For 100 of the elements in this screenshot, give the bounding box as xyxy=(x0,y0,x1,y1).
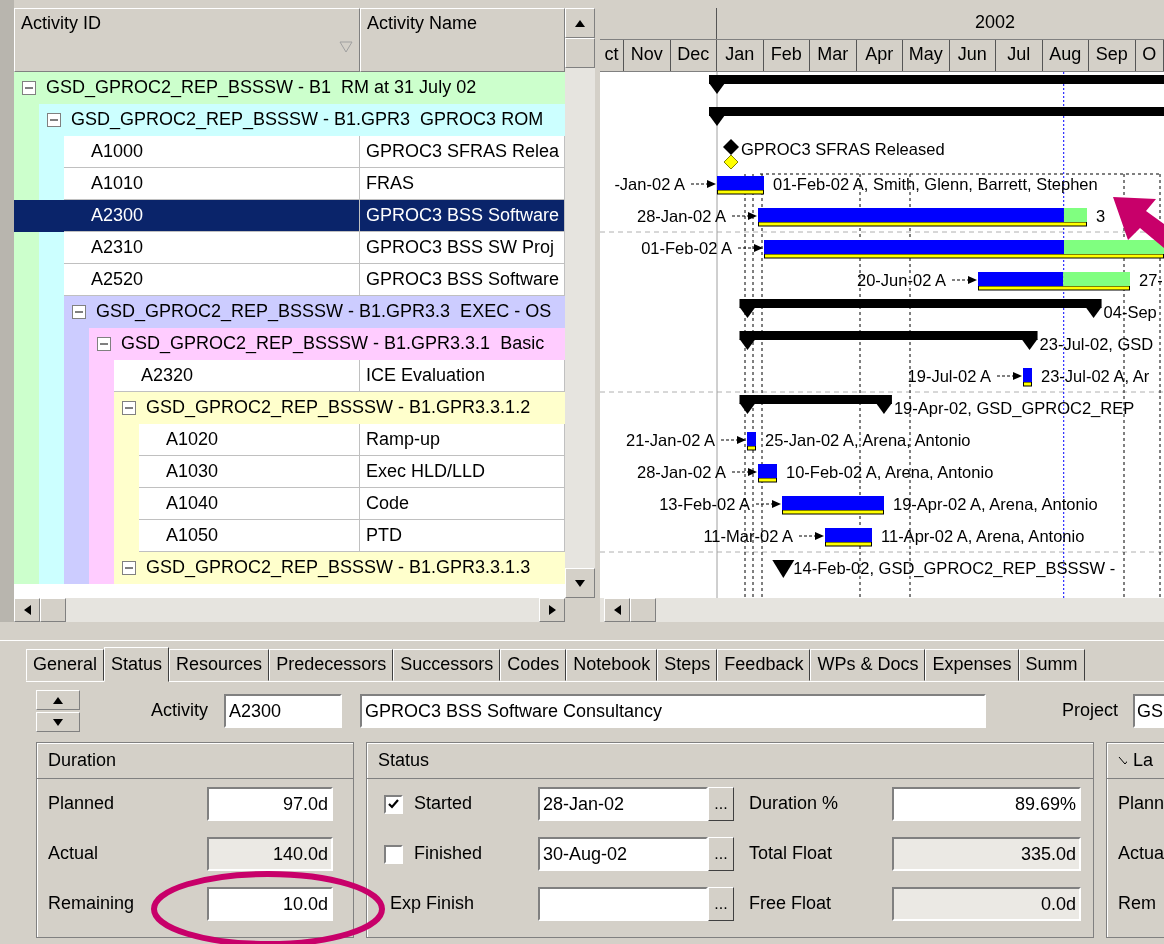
group-label: GSD_GPROC2_REP_BSSSW - B1 RM at 31 July 02 xyxy=(46,77,477,99)
collapse-icon[interactable] xyxy=(122,401,136,415)
date-label: 28-Jan-02 A xyxy=(637,463,726,481)
bar-label: GPROC3 SFRAS Released xyxy=(741,140,945,158)
field-label: Plann xyxy=(1118,793,1164,815)
input-field[interactable]: 140.0d xyxy=(207,837,333,871)
input-field[interactable]: 89.69% xyxy=(892,787,1081,821)
collapse-icon[interactable] xyxy=(97,337,111,351)
collapse-icon[interactable] xyxy=(22,81,36,95)
tab[interactable]: WPs & Docs xyxy=(810,649,926,681)
table-cell[interactable]: A1020 xyxy=(139,424,360,456)
browse-button[interactable]: ... xyxy=(708,837,734,871)
table-cell[interactable]: A1030 xyxy=(139,456,360,488)
month-header: Jul xyxy=(996,40,1043,71)
table-cell[interactable]: Code xyxy=(360,488,565,520)
input-field[interactable]: 335.0d xyxy=(892,837,1081,871)
table-cell[interactable]: A2300 xyxy=(64,200,360,232)
scroll-left-button[interactable] xyxy=(14,598,40,622)
link-arrow xyxy=(951,276,977,284)
table-cell[interactable]: Ramp-up xyxy=(360,424,565,456)
scroll-thumb[interactable] xyxy=(565,38,595,68)
table-cell[interactable]: ICE Evaluation xyxy=(360,360,565,392)
tab[interactable]: Predecessors xyxy=(269,649,394,681)
tab[interactable]: Successors xyxy=(393,649,501,681)
bar-label: 10-Feb-02 A, Arena, Antonio xyxy=(786,463,994,481)
bar-label: 19-Apr-02 A, Arena, Antonio xyxy=(893,495,1098,513)
table-cell[interactable]: GPROC3 BSS Software xyxy=(360,264,565,296)
group-row[interactable]: GSD_GPROC2_REP_BSSSW - B1.GPR3.3.1.2 xyxy=(114,392,565,424)
scroll-up-button[interactable] xyxy=(565,8,595,38)
link-arrow xyxy=(731,212,757,220)
arrow-up-icon xyxy=(53,696,63,704)
date-field[interactable] xyxy=(538,887,708,921)
indent-band xyxy=(14,552,39,584)
month-header: Aug xyxy=(1042,40,1089,71)
table-cell[interactable]: GPROC3 BSS Software xyxy=(360,200,565,232)
tab[interactable]: Status xyxy=(104,647,170,682)
bar-label: 25-Jan-02 A, Arena, Antonio xyxy=(765,431,971,449)
date-label: 01-Feb-02 A xyxy=(641,239,732,257)
field-label: Remaining xyxy=(48,893,136,915)
input-field[interactable]: GPROC3 BSS Software Consultancy xyxy=(360,694,986,728)
table-cell[interactable]: A1000 xyxy=(64,136,360,168)
browse-button[interactable]: ... xyxy=(708,787,734,821)
column-header[interactable]: Activity Name xyxy=(360,8,565,72)
table-cell[interactable]: GPROC3 BSS SW Proj xyxy=(360,232,565,264)
date-field[interactable]: 28-Jan-02 xyxy=(538,787,708,821)
group-row[interactable]: GSD_GPROC2_REP_BSSSW - B1.GPR3.3 EXEC - OS xyxy=(64,296,565,328)
tab[interactable]: Notebook xyxy=(566,649,658,681)
spin-up-button[interactable] xyxy=(36,690,80,710)
collapse-icon[interactable] xyxy=(122,561,136,575)
bar-label: 23-Jul-02, GSD xyxy=(1039,335,1154,353)
checkbox[interactable] xyxy=(384,844,403,864)
group-row[interactable]: GSD_GPROC2_REP_BSSSW - B1.GPR3.3.1 Basic xyxy=(89,328,565,360)
input-field[interactable]: 0.0d xyxy=(892,887,1081,921)
group-label: GSD_GPROC2_REP_BSSSW - B1.GPR3.3 EXEC - OS xyxy=(96,301,552,323)
spin-down-button[interactable] xyxy=(36,712,80,732)
table-cell[interactable]: FRAS xyxy=(360,168,565,200)
table-cell[interactable]: A1040 xyxy=(139,488,360,520)
scroll-right-button[interactable] xyxy=(539,598,565,622)
collapse-icon[interactable] xyxy=(72,305,86,319)
input-field[interactable]: A2300 xyxy=(224,694,342,728)
tab[interactable]: Summ xyxy=(1018,649,1085,681)
arrow-left-icon xyxy=(23,605,31,615)
scroll-thumb[interactable] xyxy=(40,598,66,622)
table-cell[interactable]: A1010 xyxy=(64,168,360,200)
checkbox[interactable] xyxy=(384,794,403,814)
check-icon xyxy=(388,799,399,809)
tab[interactable]: Expenses xyxy=(925,649,1019,681)
group-label: GSD_GPROC2_REP_BSSSW - B1.GPR3.3.1.2 xyxy=(146,397,531,419)
bar-label: 27- xyxy=(1139,271,1163,289)
group-row[interactable]: GSD_GPROC2_REP_BSSSW - B1.GPR3 GPROC3 ROM xyxy=(39,104,565,136)
input-field[interactable]: 10.0d xyxy=(207,887,333,921)
tab[interactable]: Codes xyxy=(500,649,567,681)
month-header: Jan xyxy=(717,40,764,71)
tab[interactable]: Feedback xyxy=(717,649,811,681)
table-cell[interactable]: A2320 xyxy=(114,360,360,392)
scroll-down-button[interactable] xyxy=(565,568,595,598)
collapse-icon[interactable] xyxy=(47,113,61,127)
activity-bar xyxy=(1023,368,1032,387)
input-field[interactable]: GS xyxy=(1133,694,1164,728)
group-row[interactable]: GSD_GPROC2_REP_BSSSW - B1.GPR3.3.1.3 xyxy=(114,552,565,584)
tab[interactable]: General xyxy=(26,649,105,681)
date-field[interactable]: 30-Aug-02 xyxy=(538,837,708,871)
table-cell[interactable]: PTD xyxy=(360,520,565,552)
scroll-left-button[interactable] xyxy=(604,598,630,622)
scroll-thumb[interactable] xyxy=(630,598,656,622)
activity-bar xyxy=(747,432,756,451)
table-cell[interactable]: Exec HLD/LLD xyxy=(360,456,565,488)
tab[interactable]: Resources xyxy=(169,649,270,681)
link-arrow xyxy=(996,372,1022,380)
group-row[interactable]: GSD_GPROC2_REP_BSSSW - B1 RM at 31 July 02 xyxy=(14,72,565,104)
indent-band xyxy=(14,200,39,232)
table-cell[interactable]: A1050 xyxy=(139,520,360,552)
browse-button[interactable]: ... xyxy=(708,887,734,921)
tab[interactable]: Steps xyxy=(657,649,718,681)
column-header[interactable]: Activity ID xyxy=(14,8,360,72)
group-title: La xyxy=(1132,749,1153,772)
table-cell[interactable]: GPROC3 SFRAS Relea xyxy=(360,136,565,168)
input-field[interactable]: 97.0d xyxy=(207,787,333,821)
table-cell[interactable]: A2520 xyxy=(64,264,360,296)
table-cell[interactable]: A2310 xyxy=(64,232,360,264)
